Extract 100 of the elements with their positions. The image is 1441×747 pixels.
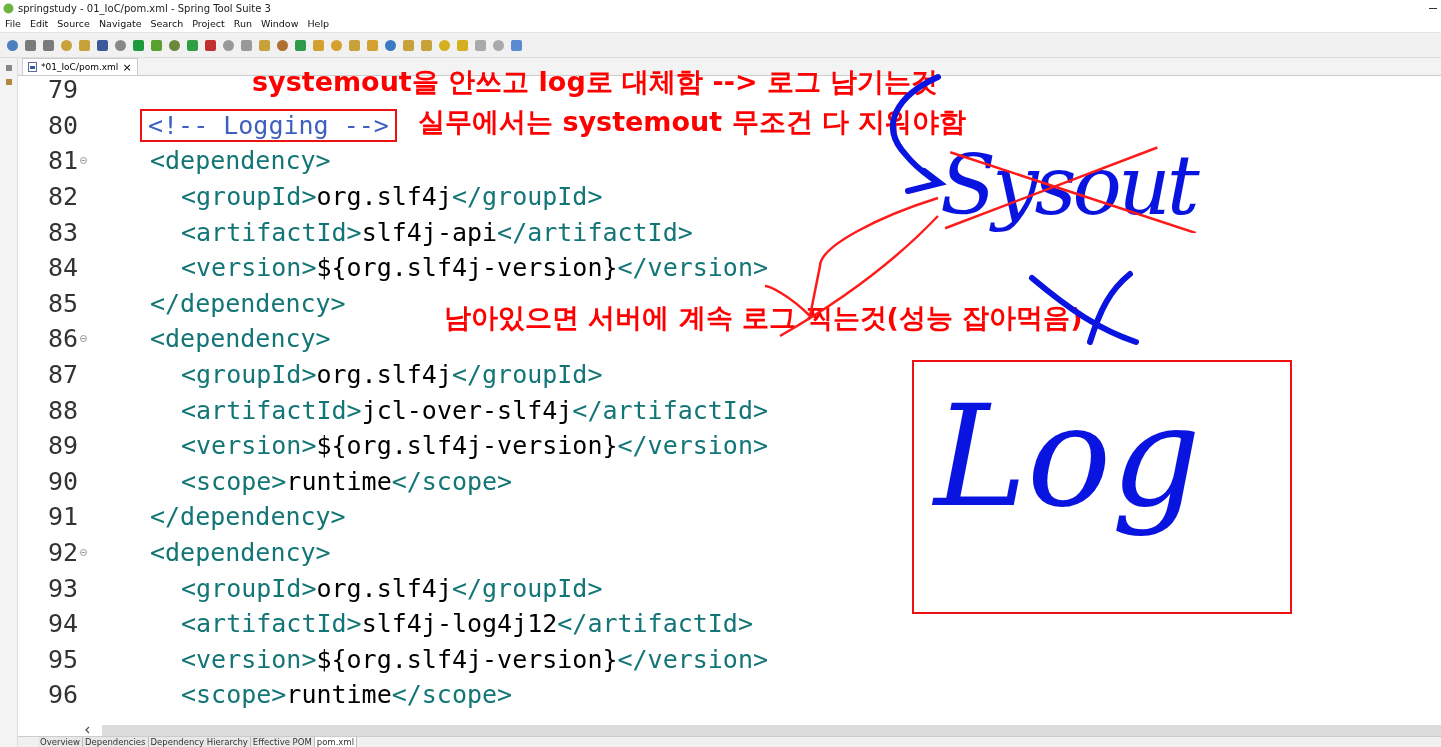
xml-tag: <artifactId> [181,395,362,425]
toolbar-icon[interactable] [6,38,19,52]
toolbar-icon[interactable] [114,38,127,52]
line-number: 80 [46,110,78,140]
toolbar-icon[interactable] [276,38,289,52]
menu-item[interactable]: Source [57,17,90,29]
xml-tag: <version> [181,644,317,674]
line-number: 84 [46,253,78,283]
tag-value: ${org.slf4j-version} [316,253,618,283]
xml-tag: <version> [181,253,317,283]
xml-tag: </groupId> [451,573,603,603]
editor-page-tab[interactable]: Dependencies [83,737,149,747]
line-number: 90 [46,466,78,496]
tag-value: runtime [286,466,392,496]
tag-value: jcl-over-slf4j [361,395,573,425]
line-number: 88 [46,395,78,425]
xml-tag: <scope> [181,466,287,496]
fold-icon[interactable] [80,335,87,343]
minimize-button[interactable] [1429,7,1437,9]
toolbar-icon[interactable] [510,38,523,52]
menu-item[interactable]: Edit [29,17,49,29]
toolbar-icon[interactable] [384,38,397,52]
toolbar-icon[interactable] [168,38,181,52]
line-number: 93 [46,573,78,603]
toolbar-icon[interactable] [186,38,199,52]
window-title: springstudy - 01_IoC/pom.xml - Spring Tool Suite 3 [18,2,272,14]
line-number: 86 [46,324,78,354]
scroll-left-icon[interactable] [84,726,92,734]
toolbar-icon[interactable] [132,38,145,52]
xml-tag: <artifactId> [181,217,362,247]
line-number: 94 [46,609,78,639]
menu-item[interactable]: Run [233,17,252,29]
menu-item[interactable]: Navigate [98,17,142,29]
app-logo-icon [3,2,14,14]
line-number: 95 [46,644,78,674]
xml-tag: <version> [181,431,317,461]
editor-page-tab[interactable]: Overview [38,737,84,747]
fold-icon[interactable] [80,157,87,165]
toolbar-icon[interactable] [204,38,217,52]
xml-tag: <artifactId> [181,609,362,639]
xml-tag: <groupId> [181,573,317,603]
line-number: 92 [46,538,78,567]
xml-comment: <!-- Logging --> [148,110,389,140]
annotation-note: 남아있으면 서버에 계속 로그 찍는것(성능 잡아먹음) [444,301,1083,335]
xml-file-icon [28,62,37,72]
xml-tag: <groupId> [181,182,317,212]
xml-tag: </scope> [391,466,513,496]
xml-tag: </version> [617,431,768,461]
tag-value: runtime [286,680,392,710]
xml-tag: <dependency> [150,324,331,354]
line-number: 81 [46,146,78,176]
menu-item[interactable]: Project [192,17,225,29]
xml-tag: </version> [617,253,768,283]
toolbar-icon[interactable] [24,38,37,52]
toolbar-icon[interactable] [96,38,109,52]
line-number: 85 [46,288,78,318]
xml-tag: </groupId> [451,182,603,212]
tag-value: org.slf4j [316,360,452,390]
tag-value: slf4j-api [361,217,498,247]
menu-item[interactable]: Search [150,17,184,29]
xml-tag: </scope> [391,680,513,710]
line-number: 79 [46,76,78,105]
tag-value: org.slf4j [316,573,452,603]
horizontal-scrollbar[interactable] [102,724,1441,736]
toolbar-icon[interactable] [222,38,235,52]
xml-tag: <scope> [181,680,287,710]
xml-tag: </dependency> [150,502,346,532]
toolbar-icon[interactable] [240,38,253,52]
xml-tag: </artifactId> [497,217,693,247]
handwritten-note: Log [931,374,1202,540]
toolbar-icon[interactable] [150,38,163,52]
toolbar-icon[interactable] [294,38,307,52]
menu-item[interactable]: File [5,17,21,29]
line-number: 96 [46,680,78,710]
tab-label: *01_IoC/pom.xml [41,62,119,72]
xml-tag: </groupId> [451,360,603,390]
tag-value: ${org.slf4j-version} [316,644,618,674]
editor-page-tab[interactable]: pom.xml [314,737,357,747]
menu-item[interactable]: Window [260,17,299,29]
toolbar-icon[interactable] [42,38,55,52]
xml-tag: <dependency> [150,538,331,567]
xml-tag: </version> [617,644,768,674]
editor-page-tab[interactable]: Dependency Hierarchy [148,737,251,747]
xml-tag: <dependency> [150,146,331,176]
line-number: 82 [46,182,78,212]
close-icon[interactable]: × [122,60,132,74]
xml-tag: </artifactId> [557,609,753,639]
line-number: 83 [46,217,78,247]
xml-tag: </dependency> [150,288,346,318]
line-number: 89 [46,431,78,461]
editor-tab[interactable]: *01_IoC/pom.xml × [22,58,138,75]
tag-value: org.slf4j [316,182,452,212]
line-number: 91 [46,502,78,532]
fold-icon[interactable] [80,549,87,556]
tag-value: ${org.slf4j-version} [316,431,618,461]
editor-page-tab[interactable]: Effective POM [250,737,315,747]
menu-item[interactable]: Help [307,17,330,29]
line-number: 87 [46,360,78,390]
xml-tag: </artifactId> [572,395,768,425]
xml-tag: <groupId> [181,360,317,390]
